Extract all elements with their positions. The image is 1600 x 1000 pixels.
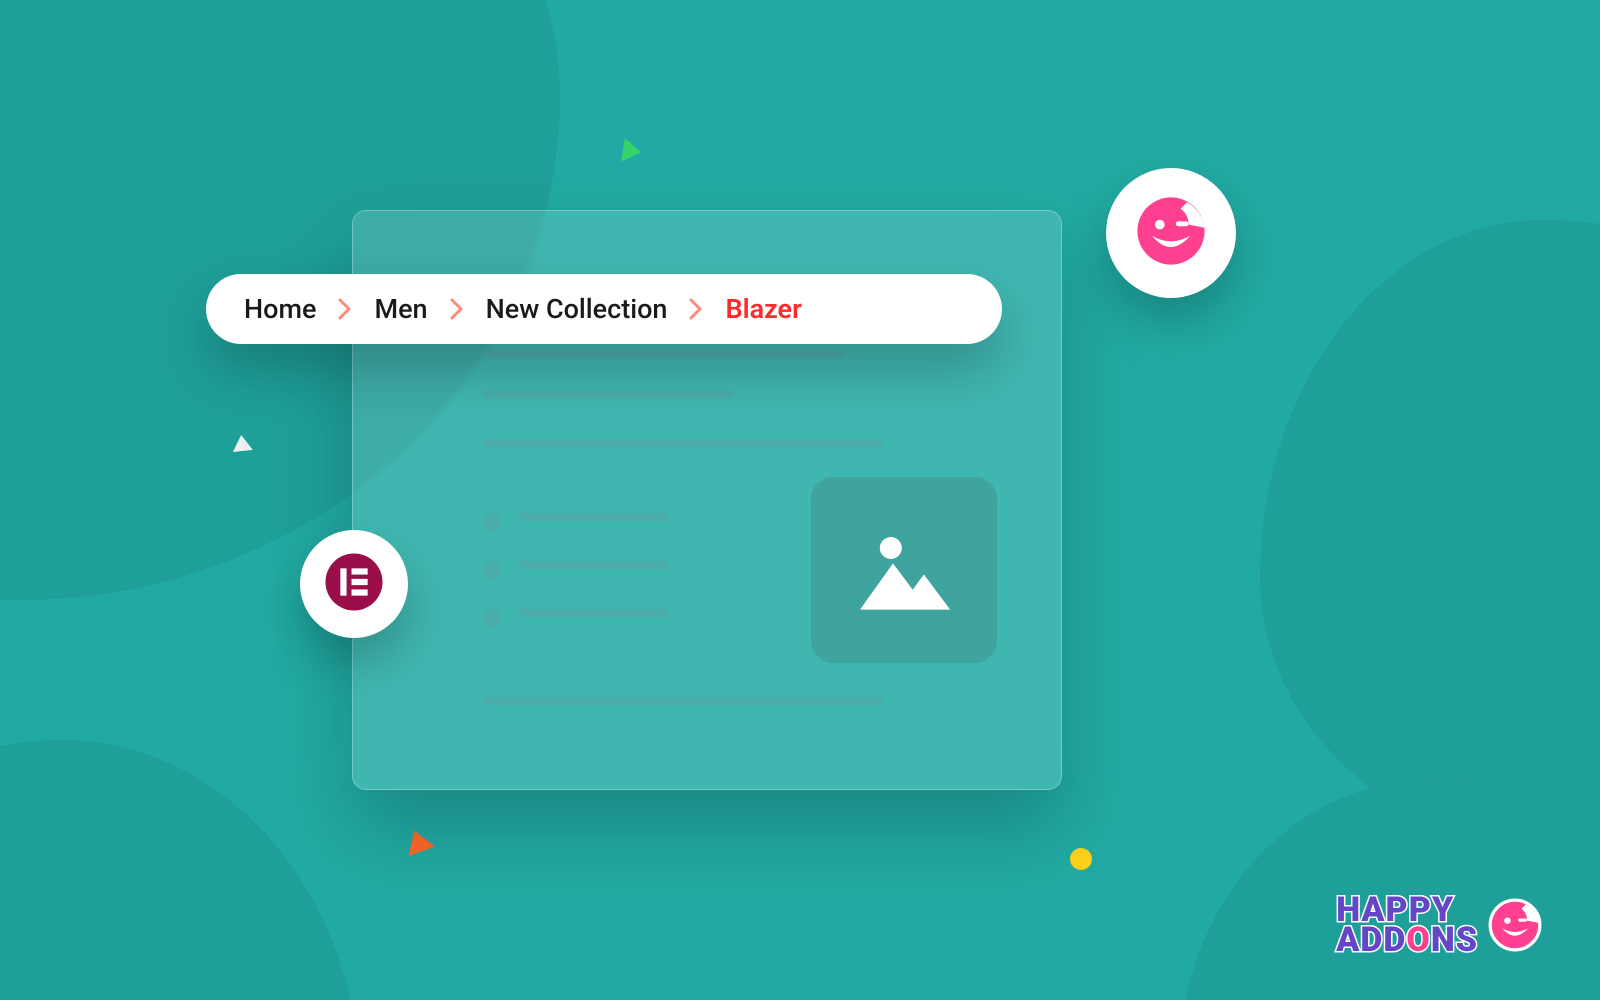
placeholder-bullet bbox=[483, 561, 501, 579]
breadcrumb-item-men[interactable]: Men bbox=[374, 293, 427, 325]
placeholder-line bbox=[483, 351, 843, 359]
breadcrumb-item-current: Blazer bbox=[725, 293, 801, 325]
breadcrumb: Home Men New Collection Blazer bbox=[206, 274, 1002, 344]
decor-triangle-white bbox=[231, 434, 253, 452]
breadcrumb-item-new-collection[interactable]: New Collection bbox=[486, 293, 668, 325]
happyaddons-badge bbox=[1106, 168, 1236, 298]
placeholder-bullet bbox=[483, 609, 501, 627]
bg-blob bbox=[1260, 220, 1600, 860]
elementor-badge bbox=[300, 530, 408, 638]
chevron-right-icon bbox=[338, 298, 352, 320]
brand-logo: HAPPY ADDONS bbox=[1336, 895, 1542, 956]
placeholder-line bbox=[519, 513, 669, 521]
card-body bbox=[483, 351, 971, 699]
placeholder-line bbox=[483, 391, 733, 399]
placeholder-line bbox=[519, 609, 669, 617]
elementor-icon bbox=[323, 551, 385, 617]
placeholder-line bbox=[483, 697, 883, 705]
brand-wordmark: HAPPY ADDONS bbox=[1336, 895, 1478, 956]
illustration-stage: Home Men New Collection Blazer bbox=[0, 0, 1600, 1000]
decor-triangle-green bbox=[621, 138, 642, 164]
happy-face-icon bbox=[1131, 191, 1211, 275]
placeholder-line bbox=[483, 439, 883, 447]
decor-triangle-orange bbox=[401, 826, 435, 856]
happy-face-icon bbox=[1488, 898, 1542, 952]
placeholder-bullet bbox=[483, 513, 501, 531]
breadcrumb-item-home[interactable]: Home bbox=[244, 293, 316, 325]
brand-line2: ADDONS bbox=[1336, 925, 1478, 956]
chevron-right-icon bbox=[689, 298, 703, 320]
chevron-right-icon bbox=[450, 298, 464, 320]
image-placeholder-icon bbox=[811, 477, 997, 663]
decor-dot-yellow bbox=[1070, 848, 1092, 870]
bg-blob bbox=[0, 740, 360, 1000]
placeholder-line bbox=[519, 561, 669, 569]
